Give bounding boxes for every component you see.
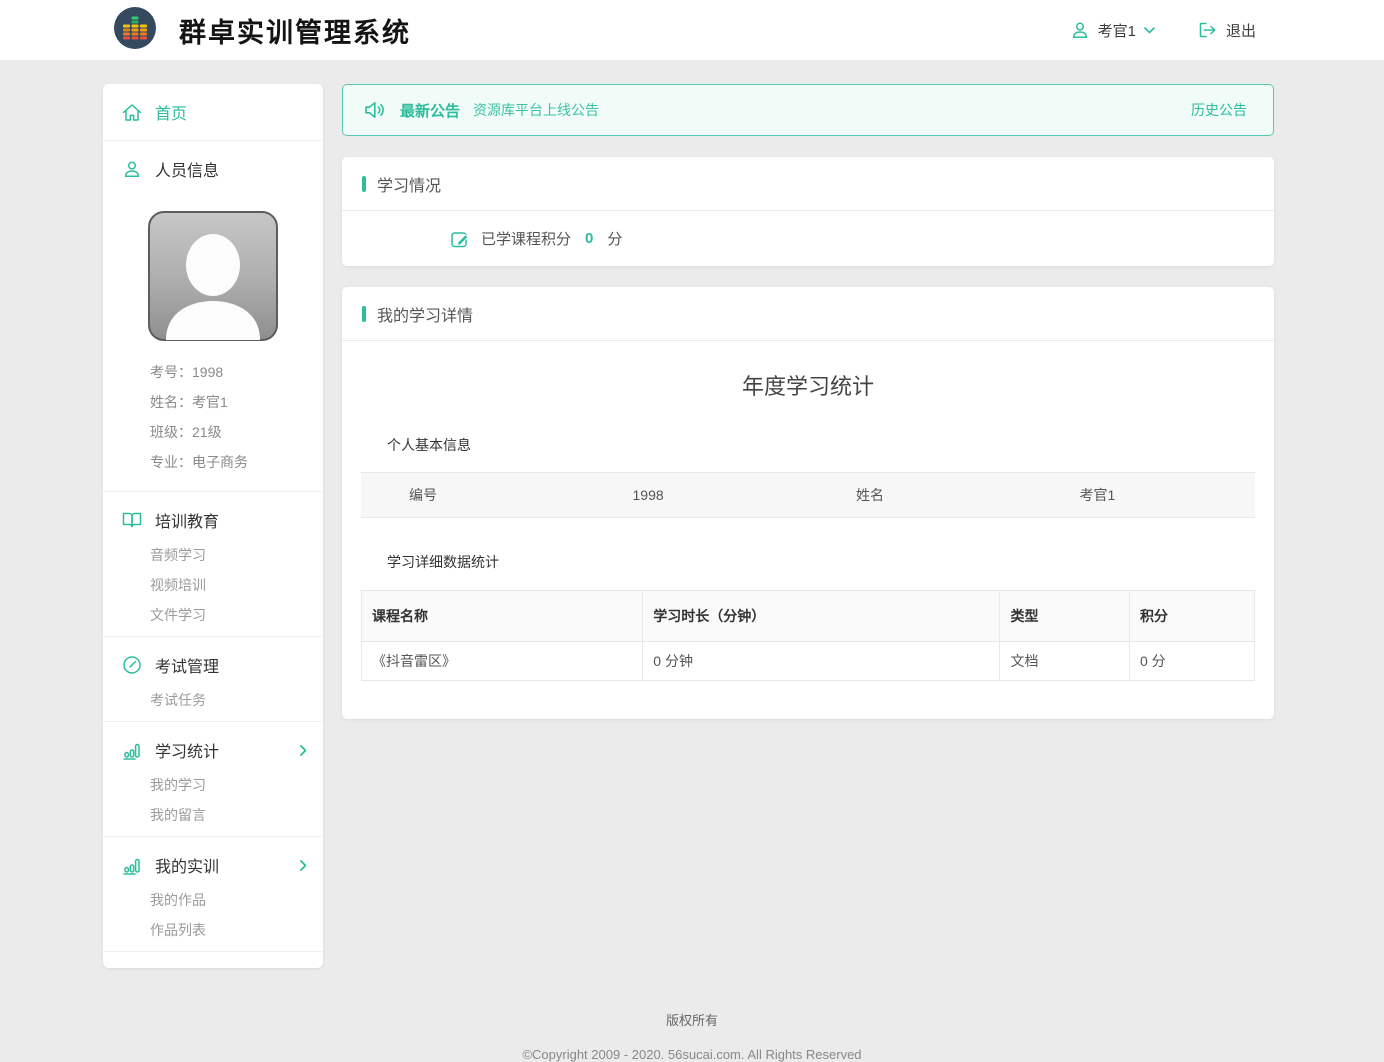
avatar — [148, 211, 278, 341]
sidebar: 首页 人员信息 — [103, 84, 323, 968]
home-icon — [120, 102, 144, 123]
copyright-line-2: ©Copyright 2009 - 2020. 56sucai.com. All… — [0, 1047, 1384, 1062]
sidebar-section-practice: 我的实训 我的作品 作品列表 — [103, 837, 323, 951]
sidebar-subitem-my-study[interactable]: 我的学习 — [103, 770, 323, 800]
notice-message-link[interactable]: 资源库平台上线公告 — [473, 100, 599, 120]
annual-report-title: 年度学习统计 — [361, 369, 1255, 401]
top-bar: 群卓实训管理系统 考官1 退出 — [0, 0, 1384, 60]
detail-table-title: 学习详细数据统计 — [387, 552, 1255, 572]
sidebar-subitem-video-training[interactable]: 视频培训 — [103, 570, 323, 600]
sidebar-item-training-label: 培训教育 — [155, 508, 219, 532]
basic-info-name-label: 姓名 — [808, 485, 1032, 505]
basic-info-name-value: 考官1 — [1032, 485, 1256, 505]
cell-points: 0 分 — [1129, 642, 1254, 681]
score-unit: 分 — [607, 228, 622, 249]
chevron-down-icon — [1144, 27, 1155, 34]
app-logo-icon — [113, 6, 157, 55]
basic-info-id-value: 1998 — [585, 487, 809, 503]
study-status-card-header: 学习情况 — [342, 157, 1274, 211]
chevron-right-icon — [300, 860, 307, 871]
history-announcements-link[interactable]: 历史公告 — [1191, 100, 1247, 120]
cell-study-duration: 0 分钟 — [643, 642, 1000, 681]
sidebar-subitem-my-messages[interactable]: 我的留言 — [103, 800, 323, 830]
main-content: 最新公告 资源库平台上线公告 历史公告 学习情况 已学课程积分 0 分 — [342, 84, 1274, 719]
bar-chart-icon — [120, 855, 144, 875]
profile-major: 专业：电子商务 — [150, 447, 323, 477]
basic-info-row: 编号 1998 姓名 考官1 — [361, 472, 1255, 518]
book-icon — [120, 510, 144, 530]
sidebar-item-practice-label: 我的实训 — [155, 853, 219, 877]
profile-info: 考号：1998 姓名：考官1 班级：21级 专业：电子商务 — [103, 351, 323, 491]
brand: 群卓实训管理系统 — [113, 6, 411, 55]
col-type: 类型 — [1000, 591, 1129, 642]
sidebar-item-exam[interactable]: 考试管理 — [103, 645, 323, 685]
sidebar-section-exam: 考试管理 考试任务 — [103, 637, 323, 721]
sidebar-item-personnel[interactable]: 人员信息 — [103, 141, 323, 197]
sidebar-item-home[interactable]: 首页 — [103, 84, 323, 140]
col-course-name: 课程名称 — [362, 591, 643, 642]
logout-label: 退出 — [1226, 20, 1256, 41]
chevron-right-icon — [300, 745, 307, 756]
sidebar-section-stats: 学习统计 我的学习 我的留言 — [103, 722, 323, 836]
study-detail-card: 我的学习详情 年度学习统计 个人基本信息 编号 1998 姓名 考官1 学习详细… — [342, 287, 1274, 719]
study-status-card: 学习情况 已学课程积分 0 分 — [342, 157, 1274, 266]
sidebar-item-exam-label: 考试管理 — [155, 653, 219, 677]
top-bar-right: 考官1 退出 — [1070, 20, 1256, 41]
col-points: 积分 — [1129, 591, 1254, 642]
basic-info-id-label: 编号 — [361, 485, 585, 505]
logout-icon — [1197, 20, 1218, 40]
profile-class: 班级：21级 — [150, 417, 323, 447]
speaker-icon — [363, 99, 387, 121]
sidebar-subitem-file-study[interactable]: 文件学习 — [103, 600, 323, 630]
sidebar-subitem-works-list[interactable]: 作品列表 — [103, 915, 323, 945]
study-detail-card-header: 我的学习详情 — [342, 287, 1274, 341]
person-icon — [120, 159, 144, 179]
study-detail-table: 课程名称 学习时长（分钟） 类型 积分 《抖音雷区》 0 分钟 文档 0 分 — [361, 590, 1255, 681]
basic-info-title: 个人基本信息 — [387, 435, 1255, 455]
cell-type: 文档 — [1000, 642, 1129, 681]
clock-icon — [120, 655, 144, 675]
page-footer: 版权所有 ©Copyright 2009 - 2020. 56sucai.com… — [0, 1010, 1384, 1062]
table-row: 《抖音雷区》 0 分钟 文档 0 分 — [362, 642, 1255, 681]
study-status-title: 学习情况 — [377, 172, 441, 196]
app-title: 群卓实训管理系统 — [179, 11, 411, 50]
profile-exam-no: 考号：1998 — [150, 357, 323, 387]
sidebar-item-stats-label: 学习统计 — [155, 738, 219, 762]
sidebar-section-training: 培训教育 音频学习 视频培训 文件学习 — [103, 492, 323, 636]
user-menu[interactable]: 考官1 — [1070, 20, 1155, 41]
copyright-line-1: 版权所有 — [0, 1010, 1384, 1029]
sidebar-item-personnel-label: 人员信息 — [155, 157, 219, 181]
sidebar-item-home-label: 首页 — [155, 100, 187, 124]
sidebar-subitem-exam-task[interactable]: 考试任务 — [103, 685, 323, 715]
bar-chart-icon — [120, 740, 144, 760]
study-detail-body: 年度学习统计 个人基本信息 编号 1998 姓名 考官1 学习详细数据统计 课程… — [342, 369, 1274, 719]
cell-course-name: 《抖音雷区》 — [362, 642, 643, 681]
score-label: 已学课程积分 — [481, 228, 571, 249]
user-icon — [1070, 20, 1090, 40]
edit-icon — [450, 229, 470, 249]
col-study-duration: 学习时长（分钟） — [643, 591, 1000, 642]
user-name: 考官1 — [1098, 20, 1136, 41]
notice-bar: 最新公告 资源库平台上线公告 历史公告 — [342, 84, 1274, 136]
divider — [103, 951, 323, 952]
table-header-row: 课程名称 学习时长（分钟） 类型 积分 — [362, 591, 1255, 642]
sidebar-item-training[interactable]: 培训教育 — [103, 500, 323, 540]
logout-button[interactable]: 退出 — [1197, 20, 1256, 41]
notice-label: 最新公告 — [400, 100, 460, 121]
profile-name: 姓名：考官1 — [150, 387, 323, 417]
sidebar-item-practice[interactable]: 我的实训 — [103, 845, 323, 885]
score-value: 0 — [585, 230, 593, 247]
sidebar-subitem-audio-study[interactable]: 音频学习 — [103, 540, 323, 570]
study-detail-title: 我的学习详情 — [377, 302, 473, 326]
sidebar-item-stats[interactable]: 学习统计 — [103, 730, 323, 770]
title-marker — [362, 176, 366, 192]
sidebar-subitem-my-works[interactable]: 我的作品 — [103, 885, 323, 915]
score-row: 已学课程积分 0 分 — [342, 211, 1274, 266]
title-marker — [362, 306, 366, 322]
